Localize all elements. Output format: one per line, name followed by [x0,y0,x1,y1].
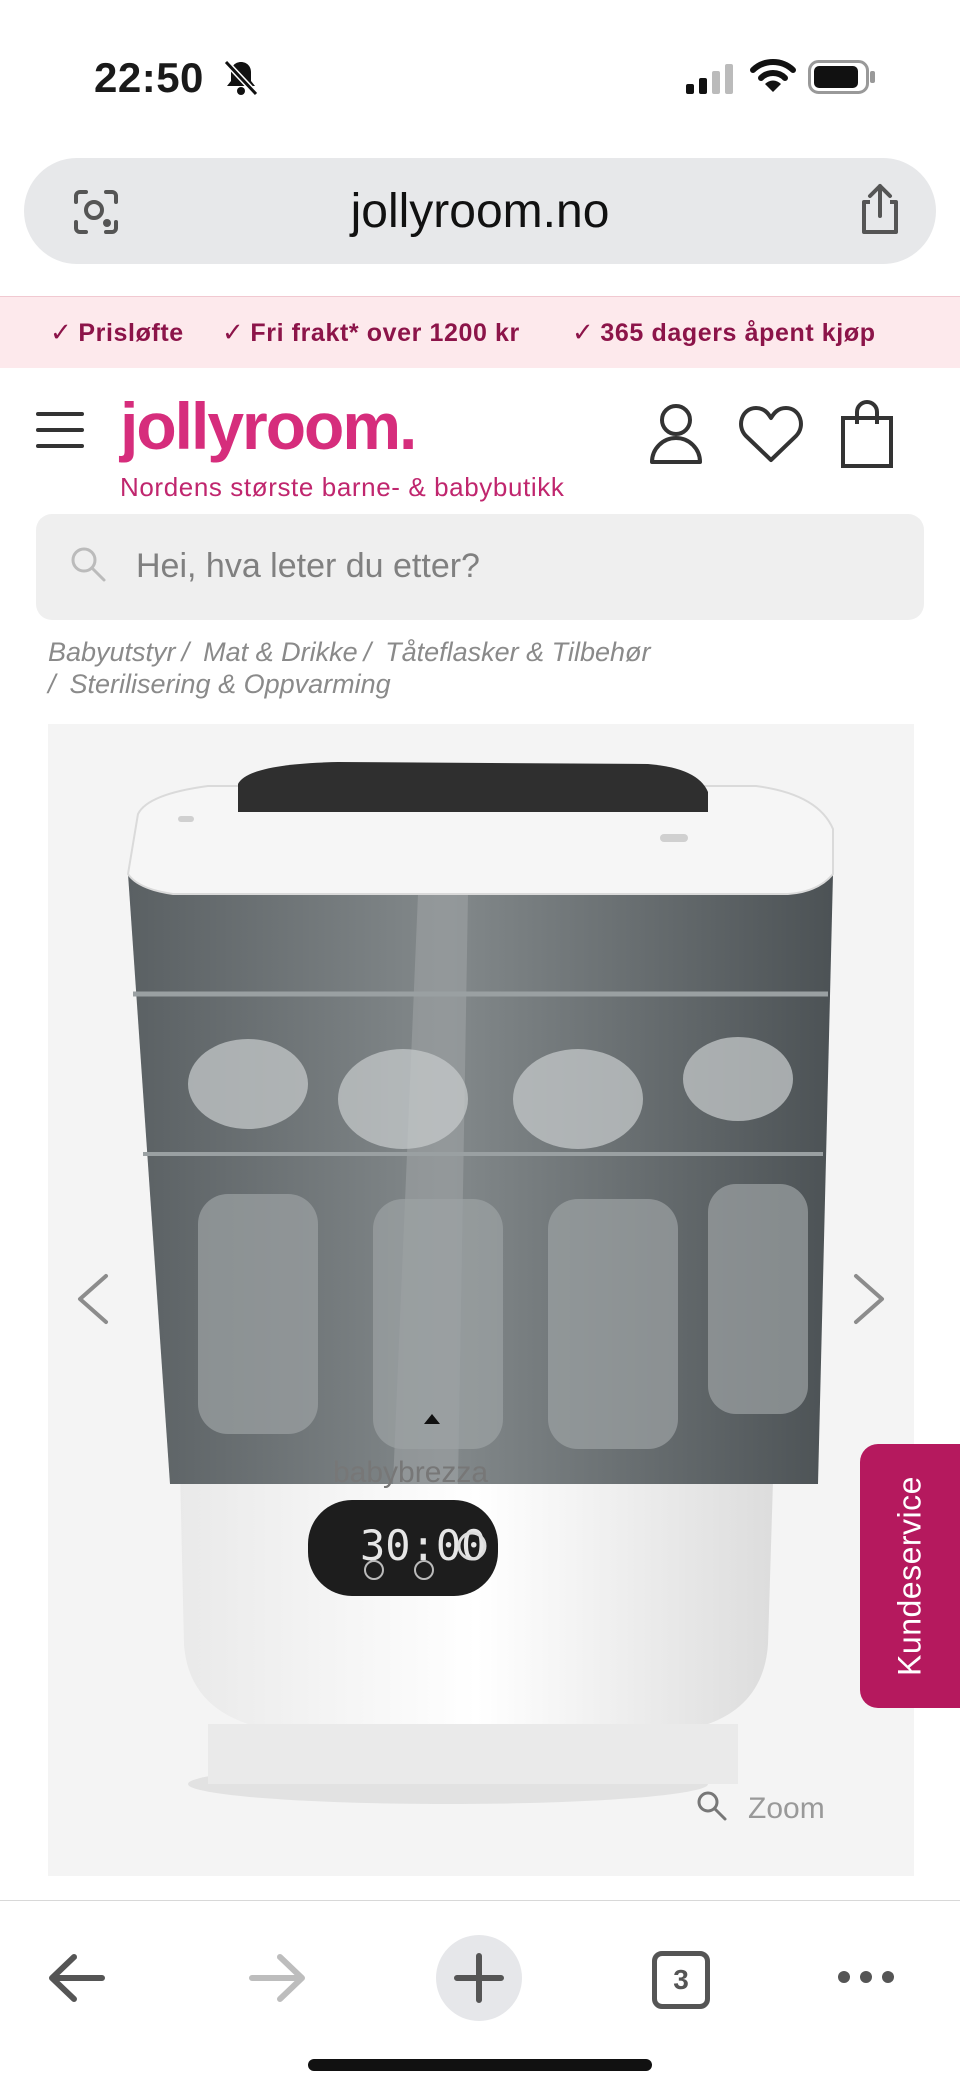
breadcrumb-separator: / [363,637,372,667]
battery-icon [808,60,875,94]
breadcrumb-separator: / [48,669,56,699]
home-indicator [308,2059,652,2071]
new-tab-button[interactable] [436,1935,522,2021]
address-bar[interactable]: jollyroom.no [24,158,936,264]
breadcrumb: Babyutstyr / Mat & Drikke / Tåteflasker & Ti… [48,636,928,700]
hamburger-menu-icon[interactable] [36,412,84,448]
check-icon: ✓ [50,317,73,347]
wishlist-heart-icon[interactable] [738,404,804,464]
check-icon: ✓ [222,317,245,347]
customer-service-tab[interactable]: Kundeservice [860,1444,960,1708]
browser-toolbar: 3 [0,1900,960,2087]
search-input[interactable] [136,538,896,594]
check-icon: ✓ [572,317,595,347]
shopping-bag-icon[interactable] [840,400,894,468]
search-box[interactable] [36,514,924,620]
usp-bar: ✓ Prisløfte ✓ Fri frakt* over 1200 kr ✓ 365… [0,296,960,368]
zoom-button[interactable]: Zoom [696,1788,866,1828]
more-options-icon[interactable] [836,1965,896,1989]
status-time: 22:50 [94,54,204,101]
url-text[interactable]: jollyroom.no [24,184,936,239]
plus-icon [454,1953,504,2003]
wifi-icon [750,59,796,92]
cellular-signal-icon [686,64,733,94]
forward-arrow-icon[interactable] [248,1951,308,2005]
next-image-chevron-icon[interactable] [852,1272,888,1326]
breadcrumb-item[interactable]: Babyutstyr [48,637,176,667]
status-bar: 22:50 [0,0,960,150]
breadcrumb-item[interactable]: Tåteflasker & Tilbehør [385,637,650,667]
breadcrumb-item[interactable]: Sterilisering & Oppvarming [70,669,391,699]
back-arrow-icon[interactable] [46,1951,106,2005]
usp-price-promise: ✓ Prisløfte [50,317,184,347]
usp-free-shipping: ✓ Fri frakt* over 1200 kr [222,317,520,347]
product-image-gallery[interactable]: babybrezza 30:00 Zoom [48,724,914,1876]
zoom-magnifier-icon [697,1791,727,1821]
bell-muted-icon [223,59,259,97]
product-image[interactable]: babybrezza 30:00 [48,724,914,1876]
tab-switcher-button[interactable]: 3 [652,1951,710,2009]
account-icon[interactable] [648,402,704,464]
previous-image-chevron-icon[interactable] [74,1272,110,1326]
customer-service-label: Kundeservice [891,1476,928,1676]
tagline: Nordens største barne- & babybutikk [120,472,565,502]
breadcrumb-separator: / [181,637,190,667]
logo[interactable]: jollyroom. [120,388,417,464]
search-icon [71,547,106,582]
breadcrumb-item[interactable]: Mat & Drikke [203,637,358,667]
device-brand-label: babybrezza [333,1456,488,1489]
zoom-label: Zoom [748,1792,825,1825]
share-icon[interactable] [856,182,904,236]
usp-open-purchase: ✓ 365 dagers åpent kjøp [572,317,876,347]
